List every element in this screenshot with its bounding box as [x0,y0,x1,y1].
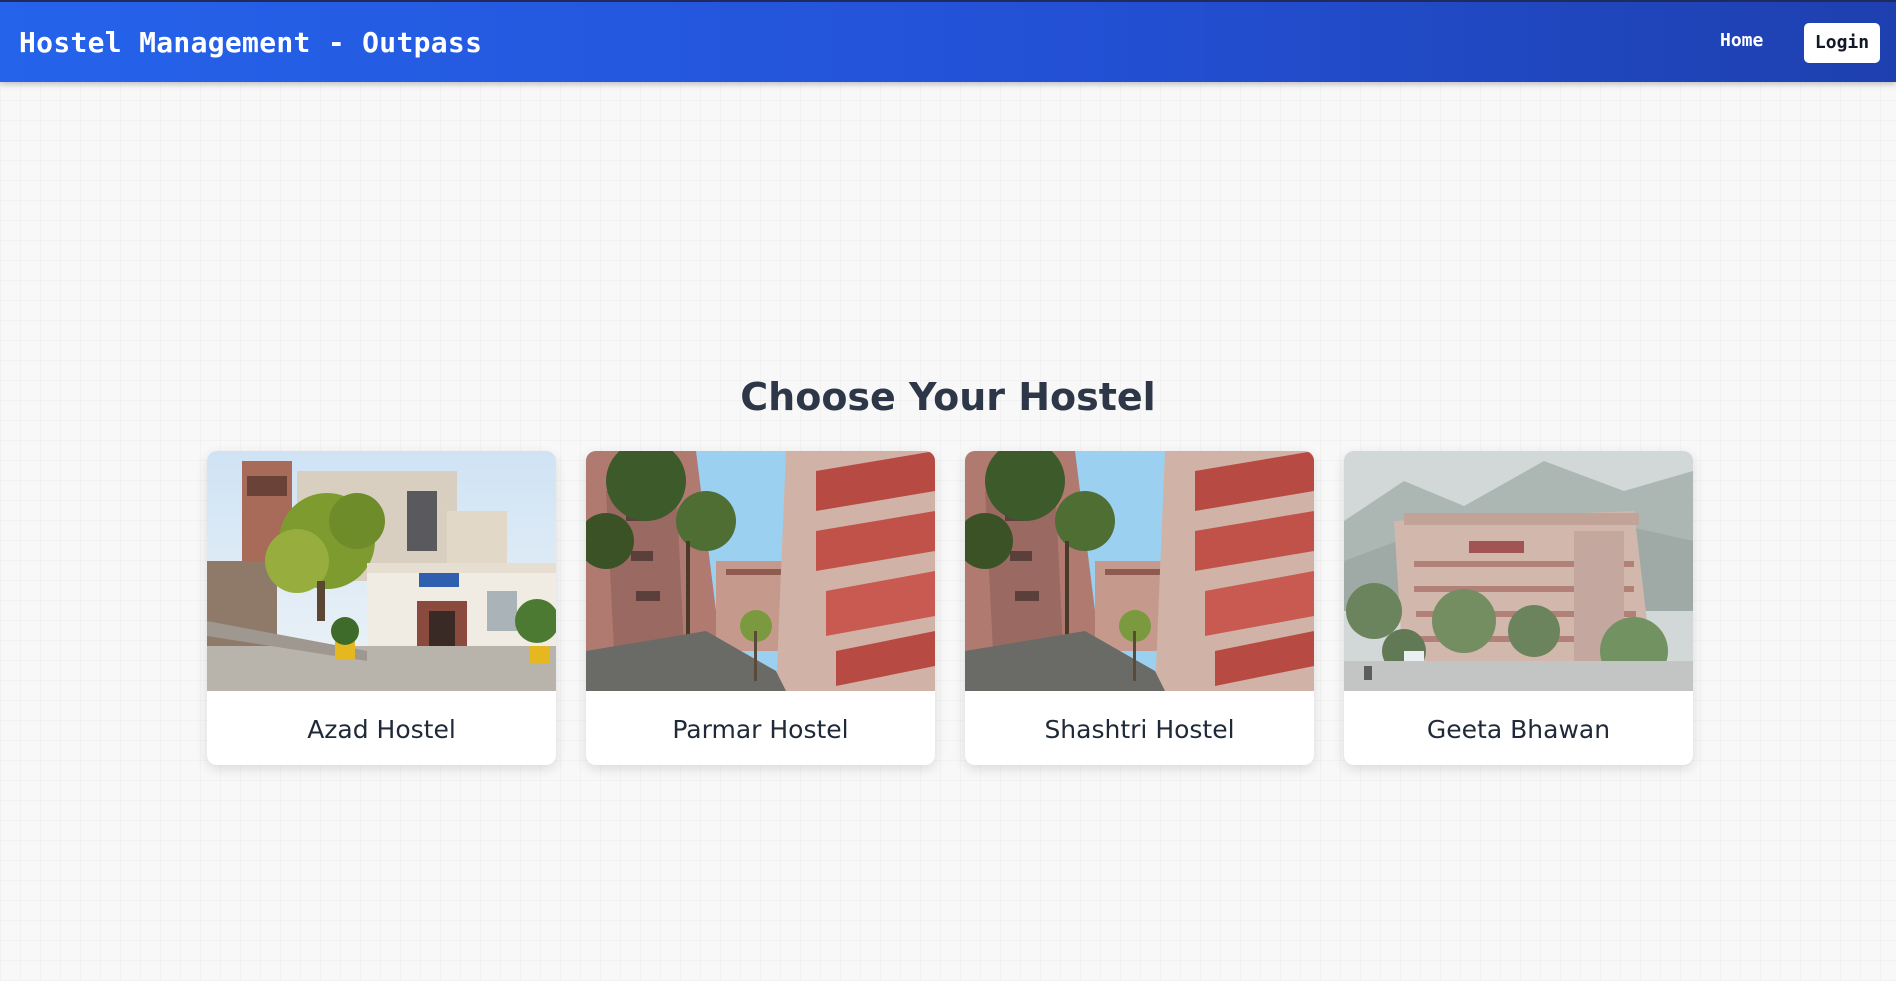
page-heading: Choose Your Hostel [740,375,1156,419]
hostel-name: Geeta Bhawan [1426,715,1611,744]
login-button[interactable]: Login [1804,23,1880,63]
hostel-card-azad[interactable]: Azad Hostel [207,451,556,765]
hostel-photo [1344,451,1693,691]
nav-home-link[interactable]: Home [1720,30,1763,51]
top-navbar: Hostel Management - Outpass Home Login [0,0,1896,82]
app-title: Hostel Management - Outpass [19,26,483,59]
hostel-card-shashtri[interactable]: Shashtri Hostel [965,451,1314,765]
hostel-name: Shashtri Hostel [1044,715,1235,744]
hostel-photo [965,451,1314,691]
hostel-photo [586,451,935,691]
hostel-name: Parmar Hostel [672,715,849,744]
hostel-photo [207,451,556,691]
hostel-card-parmar[interactable]: Parmar Hostel [586,451,935,765]
hostel-card-geeta-bhawan[interactable]: Geeta Bhawan [1344,451,1693,765]
hostel-name: Azad Hostel [307,715,456,744]
